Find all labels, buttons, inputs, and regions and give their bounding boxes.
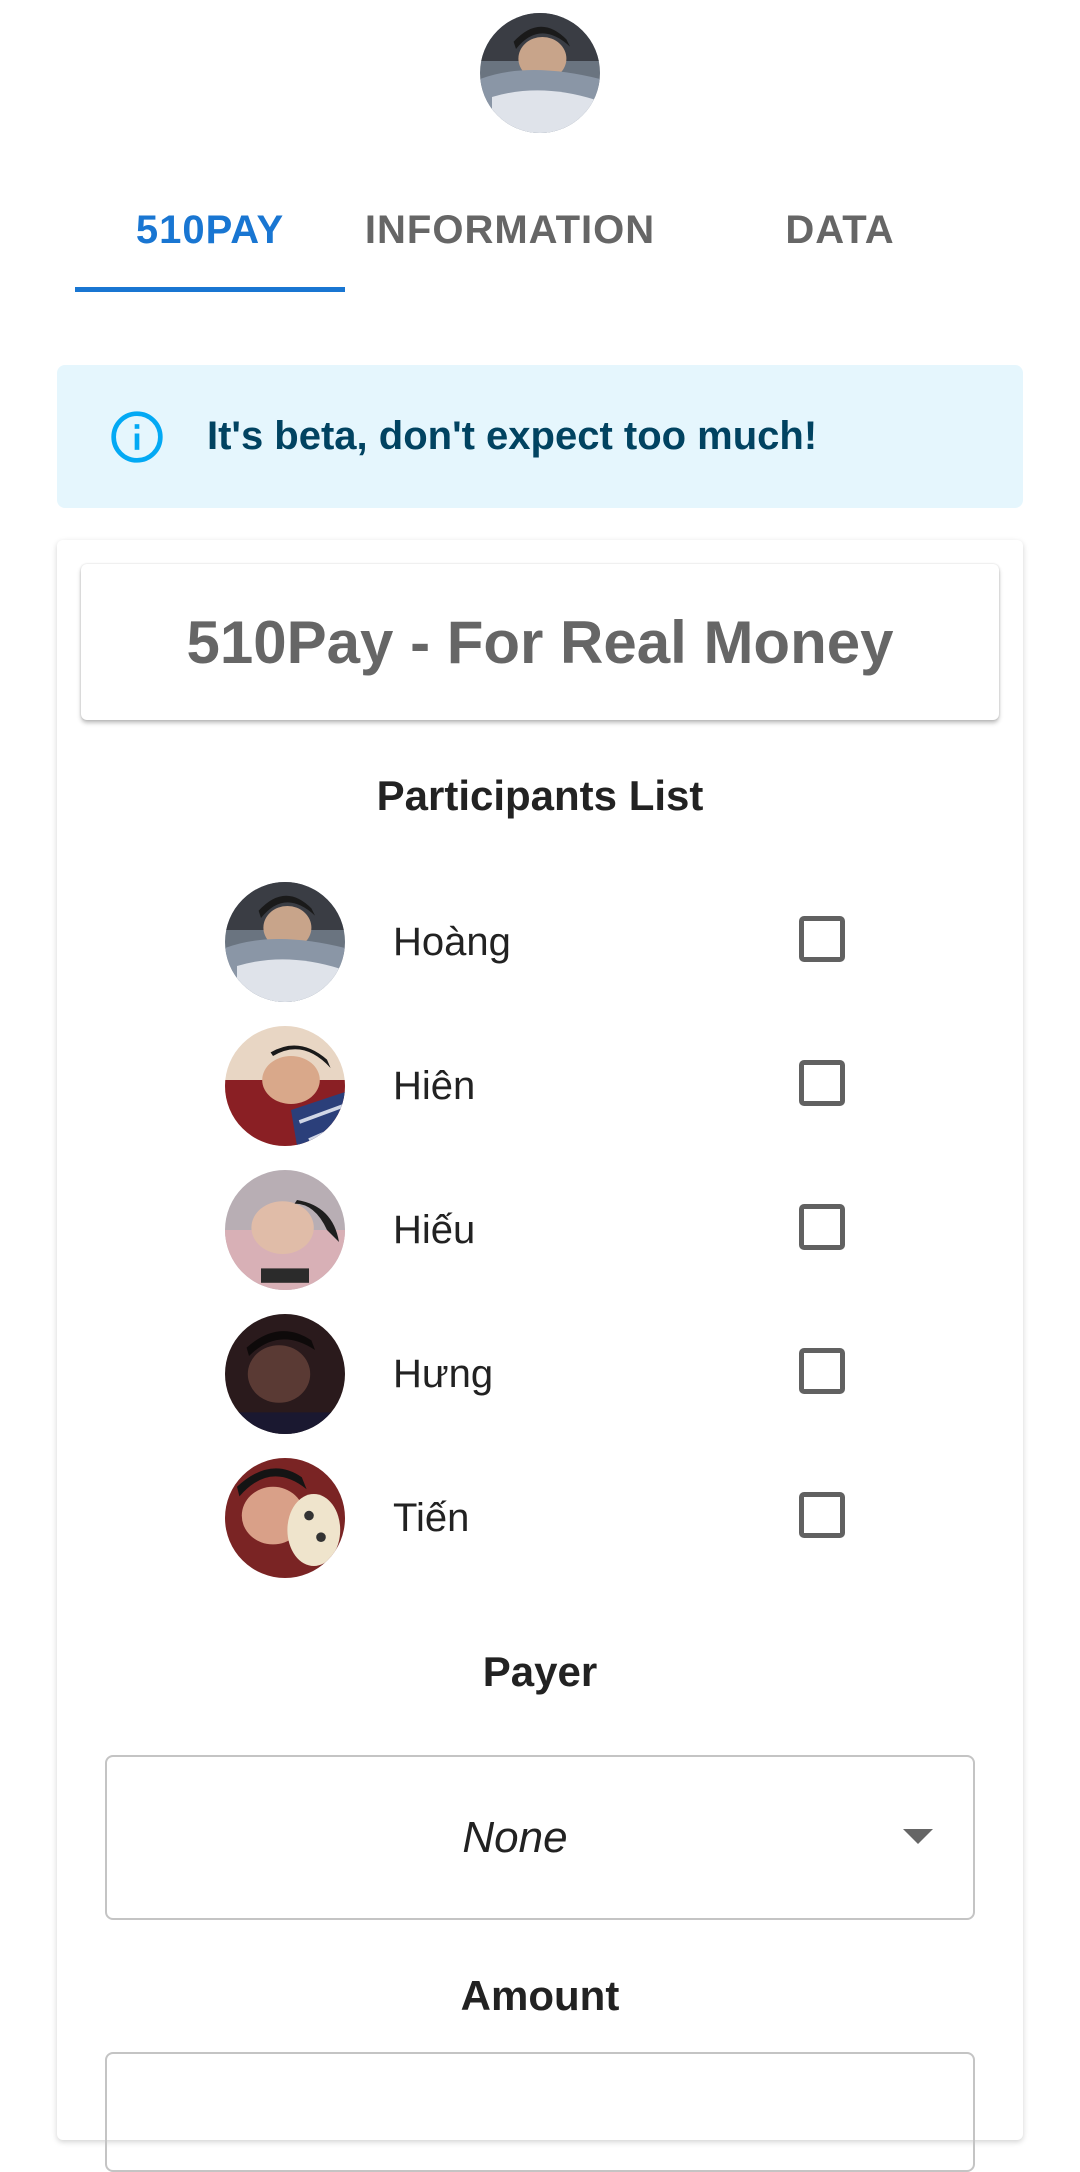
participant-checkbox[interactable] — [799, 1492, 845, 1538]
alert-message: It's beta, don't expect too much! — [207, 414, 818, 458]
participant-checkbox[interactable] — [799, 1348, 845, 1394]
participant-avatar — [225, 1314, 345, 1434]
avatar-photo-icon — [225, 1170, 345, 1290]
main-tabs: 510PAY INFORMATION DATA — [75, 170, 1005, 294]
participant-name: Hoàng — [393, 920, 511, 964]
avatar-photo-icon — [225, 1458, 345, 1578]
avatar-photo-icon — [225, 1026, 345, 1146]
dropdown-arrow-icon — [903, 1829, 933, 1844]
participant-row: Hưng — [225, 1314, 885, 1434]
participant-row: Tiến — [225, 1458, 885, 1578]
participant-name: Hiên — [393, 1064, 476, 1108]
participant-name: Hiếu — [393, 1208, 476, 1252]
payment-card: 510Pay - For Real Money Participants Lis… — [57, 540, 1023, 2172]
participant-name: Tiến — [393, 1496, 470, 1540]
card-title: 510Pay - For Real Money — [81, 564, 999, 720]
beta-alert: It's beta, don't expect too much! — [57, 365, 1023, 508]
info-icon — [111, 410, 163, 463]
participant-row: Hiên — [225, 1026, 885, 1146]
tab-510pay[interactable]: 510PAY — [75, 170, 345, 290]
amount-input[interactable] — [105, 2052, 975, 2172]
participant-avatar — [225, 1170, 345, 1290]
participant-row: Hoàng — [225, 882, 885, 1002]
participant-avatar — [225, 882, 345, 1002]
payer-select[interactable]: None — [105, 1755, 975, 1920]
participant-checkbox[interactable] — [799, 1204, 845, 1250]
avatar-photo-icon — [480, 13, 600, 133]
tab-data[interactable]: DATA — [675, 170, 1005, 290]
avatar-photo-icon — [225, 1314, 345, 1434]
tab-information[interactable]: INFORMATION — [345, 170, 675, 290]
amount-heading: Amount — [460, 1972, 620, 2019]
participant-checkbox[interactable] — [799, 1060, 845, 1106]
payer-selected-value: None — [462, 1813, 568, 1862]
active-tab-indicator — [75, 287, 345, 292]
participant-row: Hiếu — [225, 1170, 885, 1290]
avatar-photo-icon — [225, 882, 345, 1002]
participant-avatar — [225, 1026, 345, 1146]
participant-name: Hưng — [393, 1352, 494, 1396]
payer-heading: Payer — [482, 1648, 598, 1695]
participant-checkbox[interactable] — [799, 916, 845, 962]
participants-heading: Participants List — [376, 772, 704, 819]
profile-avatar[interactable] — [480, 13, 600, 133]
participant-avatar — [225, 1458, 345, 1578]
